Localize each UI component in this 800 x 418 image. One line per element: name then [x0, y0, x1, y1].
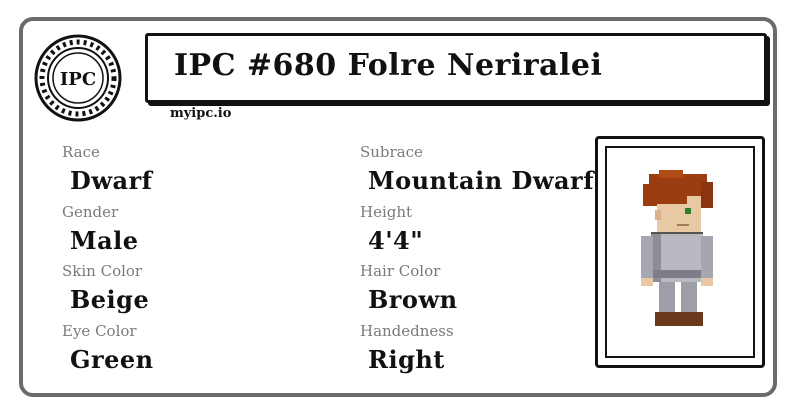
seal-text: IPC — [60, 69, 96, 90]
height-label: Height — [360, 203, 413, 221]
page-title: IPC #680 Folre Neriralei — [174, 48, 603, 83]
portrait-frame — [595, 136, 765, 368]
sprite-hand-left — [641, 278, 653, 286]
handedness-value: Right — [368, 345, 445, 374]
sprite-boot-right — [679, 312, 703, 326]
sprite-hair-fringe — [657, 194, 687, 204]
gender-label: Gender — [62, 203, 119, 221]
sprite-arm-right — [701, 236, 713, 280]
race-value: Dwarf — [70, 166, 153, 195]
hair-color-label: Hair Color — [360, 262, 441, 280]
race-label: Race — [62, 143, 100, 161]
site-link[interactable]: myipc.io — [170, 106, 231, 121]
ipc-seal-logo: IPC — [34, 34, 122, 122]
subrace-label: Subrace — [360, 143, 423, 161]
sprite-leg-left — [659, 282, 675, 312]
hair-color-value: Brown — [368, 285, 458, 314]
subrace-value: Mountain Dwarf — [368, 166, 595, 195]
skin-color-label: Skin Color — [62, 262, 143, 280]
sprite-arm-left — [641, 236, 653, 280]
sprite-hair-spike — [659, 170, 683, 178]
height-value: 4'4" — [368, 226, 424, 255]
sprite-hair-side-right — [701, 182, 713, 208]
dwarf-character-sprite-icon — [641, 170, 713, 326]
gender-value: Male — [70, 226, 139, 255]
sprite-armor-belt — [651, 270, 703, 278]
eye-color-label: Eye Color — [62, 322, 137, 340]
handedness-label: Handedness — [360, 322, 454, 340]
sprite-mouth — [677, 224, 689, 226]
eye-color-value: Green — [70, 345, 154, 374]
sprite-ear — [655, 210, 661, 220]
sprite-outline — [651, 232, 703, 234]
sprite-leg-right — [681, 282, 697, 312]
skin-color-value: Beige — [70, 285, 150, 314]
sprite-eye — [685, 208, 691, 214]
sprite-hand-right — [701, 278, 713, 286]
sprite-boot-left — [655, 312, 679, 326]
title-banner: IPC #680 Folre Neriralei — [145, 33, 767, 103]
portrait-inner-frame — [605, 146, 755, 358]
sprite-hair-side-left — [643, 184, 657, 206]
